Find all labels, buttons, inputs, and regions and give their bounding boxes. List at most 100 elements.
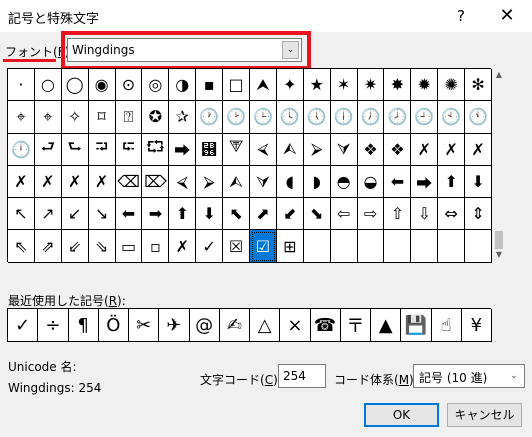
symbol-cell[interactable]: ◑	[169, 69, 197, 102]
recent-symbol-cell[interactable]: @	[189, 309, 220, 342]
symbol-cell[interactable]: ✗	[61, 165, 89, 199]
symbol-cell[interactable]: ⮔	[142, 133, 170, 166]
recent-symbol-cell[interactable]: 💾	[401, 309, 432, 342]
scroll-up-icon[interactable]: ▲	[493, 68, 505, 82]
symbol-cell[interactable]: ⌦	[142, 165, 170, 199]
symbol-cell[interactable]: ◎	[142, 69, 170, 102]
symbol-cell[interactable]: ⌫	[115, 165, 143, 199]
symbol-grid-scrollbar[interactable]: ▲ ▼	[493, 68, 505, 262]
cancel-button[interactable]: キャンセル	[447, 403, 522, 427]
symbol-cell[interactable]: 🕑	[223, 101, 251, 134]
symbol-cell[interactable]	[357, 230, 385, 263]
symbol-cell[interactable]: ⌖	[34, 101, 62, 134]
recent-symbol-cell[interactable]: Ö	[98, 309, 129, 342]
symbol-cell[interactable]: ✶	[330, 69, 358, 102]
recent-symbol-cell[interactable]: ▲	[371, 309, 402, 342]
symbol-cell[interactable]: 🕖	[357, 101, 385, 134]
help-icon[interactable]: ?	[444, 4, 478, 28]
symbol-cell[interactable]: ☑	[250, 230, 277, 263]
symbol-cell[interactable]: ⮕	[169, 133, 197, 166]
symbol-cell[interactable]: 🕘	[411, 101, 439, 134]
chevron-down-icon[interactable]: ⌄	[282, 41, 299, 59]
symbol-cell[interactable]: ⇗	[34, 230, 62, 263]
recent-symbol-cell[interactable]: △	[250, 309, 281, 342]
symbol-cell[interactable]: ✦	[276, 69, 304, 102]
symbol-cell[interactable]: ❖	[357, 133, 385, 166]
recent-symbol-cell[interactable]: ☝	[431, 309, 462, 342]
symbol-cell[interactable]: ➡	[142, 198, 170, 231]
symbol-cell[interactable]: ⮛	[250, 165, 277, 199]
symbol-cell[interactable]: ⮝	[250, 69, 277, 102]
symbol-cell[interactable]: ▭	[115, 230, 143, 263]
symbol-cell[interactable]: 🕚	[465, 101, 493, 134]
symbol-cell[interactable]: 🕛	[8, 133, 35, 166]
symbol-cell[interactable]: ⬉	[223, 198, 251, 231]
symbol-cell[interactable]: ✧	[61, 101, 89, 134]
chevron-down-icon[interactable]: ⌄	[505, 366, 523, 386]
recent-symbol-cell[interactable]: ✍	[219, 309, 250, 342]
symbol-cell[interactable]: ✷	[357, 69, 385, 102]
close-icon[interactable]: ✕	[490, 4, 524, 28]
symbol-cell[interactable]: ✓	[196, 230, 224, 263]
symbol-cell[interactable]: ★	[303, 69, 331, 102]
symbol-cell[interactable]: ↖	[8, 198, 35, 231]
symbol-cell[interactable]	[330, 230, 358, 263]
symbol-cell[interactable]: ⊙	[115, 69, 143, 102]
symbol-cell[interactable]: ⇘	[88, 230, 116, 263]
symbol-cell[interactable]: 🕐	[196, 101, 224, 134]
symbol-cell[interactable]: ⬅	[384, 165, 412, 199]
symbol-cell[interactable]: ▫	[142, 230, 170, 263]
symbol-cell[interactable]: ⇕	[465, 198, 493, 231]
symbol-cell[interactable]: ⬆	[169, 198, 197, 231]
symbol-cell[interactable]: ✗	[465, 133, 493, 166]
symbol-cell[interactable]: ✺	[438, 69, 466, 102]
symbol-cell[interactable]: ⮙	[276, 133, 304, 166]
symbol-cell[interactable]: □	[223, 69, 251, 102]
symbol-cell[interactable]: ⬈	[250, 198, 277, 231]
symbol-cell[interactable]: ⮚	[303, 133, 331, 166]
symbol-cell[interactable]: ⮛	[330, 133, 358, 166]
symbol-cell[interactable]	[384, 230, 412, 263]
symbol-cell[interactable]: ❖	[384, 133, 412, 166]
recent-symbol-cell[interactable]: ¶	[68, 309, 99, 342]
recent-symbol-cell[interactable]: ☎	[310, 309, 341, 342]
recent-symbol-cell[interactable]: ¥	[461, 309, 492, 342]
symbol-cell[interactable]: ✗	[169, 230, 197, 263]
symbol-cell[interactable]: ☒	[223, 230, 251, 263]
symbol-cell[interactable]: ◓	[330, 165, 358, 199]
symbol-cell[interactable]: ✸	[384, 69, 412, 102]
symbol-cell[interactable]: ▪	[196, 69, 224, 102]
symbol-cell[interactable]: ⍰	[115, 101, 143, 134]
recent-symbol-cell[interactable]: ✈	[159, 309, 190, 342]
symbol-cell[interactable]: ⇧	[384, 198, 412, 231]
symbol-cell[interactable]: ⮐	[34, 133, 62, 166]
symbol-cell[interactable]: ↙	[61, 198, 89, 231]
symbol-cell[interactable]: 🕗	[384, 101, 412, 134]
symbol-cell[interactable]: ⮖	[196, 133, 224, 166]
symbol-cell[interactable]: ○	[34, 69, 62, 102]
font-select[interactable]: Wingdings ⌄	[67, 38, 302, 62]
symbol-cell[interactable]: ⮕	[411, 165, 439, 199]
symbol-cell[interactable]: ⌑	[88, 101, 116, 134]
symbol-cell[interactable]: ⬇	[465, 165, 493, 199]
symbol-cell[interactable]: ✗	[438, 133, 466, 166]
symbol-grid[interactable]: · ○ ◯ ◉ ⊙ ◎ ◑ ▪ □ ⮝ ✦ ★ ✶ ✷ ✸ ✹ ✺ ✻ ⌖ ⌖ ✧ ⌑ ⍰ ✪ ✰ 🕐 🕑 🕒 🕓 🕔 🕕 🕖 🕗 🕘 🕙 🕚 🕛 ⮐ ⮑ ⮒…	[7, 68, 493, 263]
symbol-cell[interactable]: ✰	[169, 101, 197, 134]
symbol-cell[interactable]: ⇦	[330, 198, 358, 231]
symbol-cell[interactable]: ⇔	[438, 198, 466, 231]
recent-symbol-cell[interactable]: ÷	[38, 309, 69, 342]
symbol-cell[interactable]: ⮓	[115, 133, 143, 166]
symbol-cell[interactable]: 🕙	[438, 101, 466, 134]
symbol-cell[interactable]: ✗	[88, 165, 116, 199]
symbol-cell[interactable]: 🕕	[330, 101, 358, 134]
code-system-select[interactable]: 記号 (10 進) ⌄	[413, 364, 525, 388]
symbol-cell[interactable]: ⮘	[169, 165, 197, 199]
symbol-cell[interactable]: 🕔	[303, 101, 331, 134]
symbol-cell[interactable]	[303, 230, 331, 263]
symbol-cell[interactable]: ⬅	[115, 198, 143, 231]
symbol-cell[interactable]: ✗	[34, 165, 62, 199]
symbol-cell[interactable]	[465, 230, 493, 263]
symbol-cell[interactable]	[438, 230, 466, 263]
symbol-cell[interactable]: ⇨	[357, 198, 385, 231]
symbol-cell[interactable]: ↗	[34, 198, 62, 231]
